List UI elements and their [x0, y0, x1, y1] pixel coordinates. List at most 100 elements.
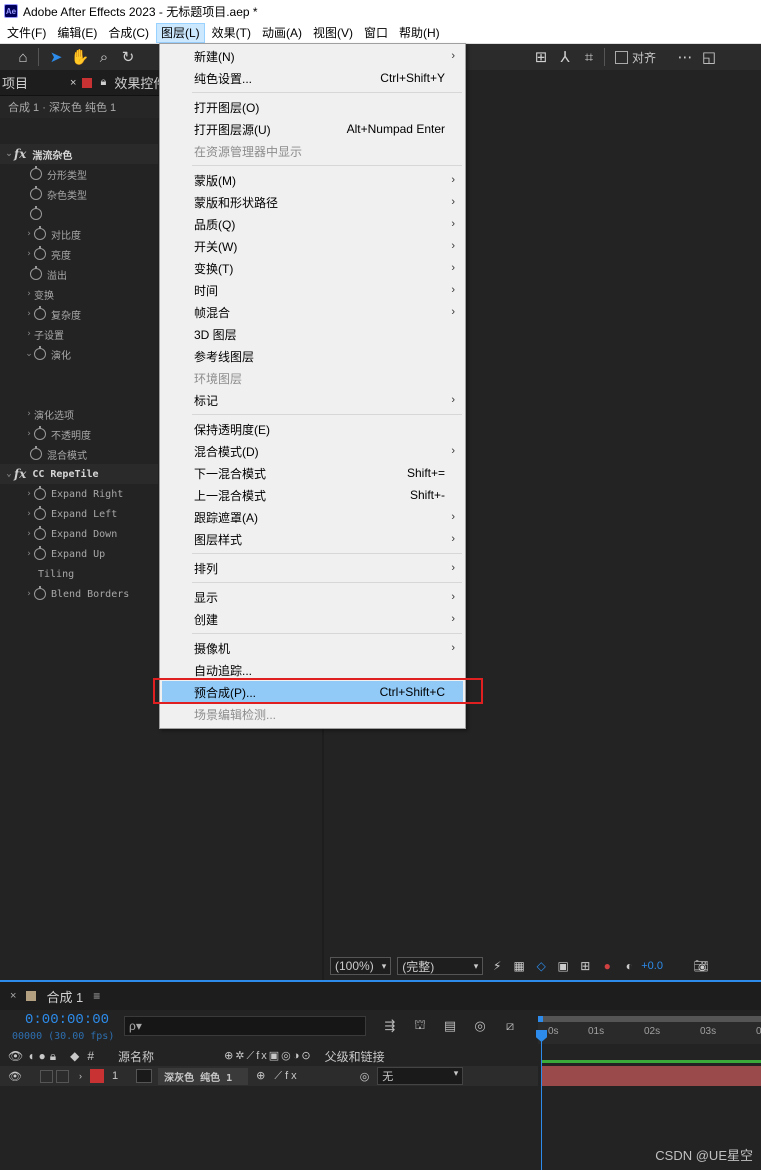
layer-row[interactable]: 👁︎ › 1 深灰色 纯色 1 ⊕ ⟋fx ◎ 无 ▾	[0, 1066, 538, 1086]
effect-property-row[interactable]: Tiling	[0, 564, 158, 584]
stopwatch-icon[interactable]	[34, 486, 46, 500]
effect-property-row[interactable]: ⌄ 演化	[0, 344, 158, 364]
effect-property-row[interactable]: › Expand Right	[0, 484, 158, 504]
solo-icon[interactable]: ●	[38, 1049, 45, 1063]
current-time-display[interactable]: 0:00:00:00	[25, 1012, 109, 1028]
work-area-start[interactable]	[538, 1016, 543, 1022]
stopwatch-icon[interactable]	[30, 206, 42, 220]
menu-item[interactable]: 图层样式 ›	[162, 528, 463, 550]
time-ruler[interactable]: 0s 01s 02s 03s 0	[538, 1016, 761, 1044]
menu-item[interactable]: 品质(Q) ›	[162, 213, 463, 235]
effect-property-row[interactable]: › Expand Up	[0, 544, 158, 564]
guides-icon[interactable]: ⊞	[577, 958, 593, 974]
effect-property-row[interactable]: › 演化选项	[0, 404, 158, 424]
effect-property-row[interactable]: › Expand Down	[0, 524, 158, 544]
menu-item[interactable]: 纯色设置... Ctrl+Shift+Y	[162, 67, 463, 89]
menu-item[interactable]: 显示 ›	[162, 586, 463, 608]
audio-toggle[interactable]	[39, 1069, 53, 1083]
menu-item[interactable]: 帧混合 ›	[162, 301, 463, 323]
menu-animation[interactable]: 动画(A)	[258, 23, 306, 43]
menu-item[interactable]: 跟踪遮罩(A) ›	[162, 506, 463, 528]
chevron-down-icon[interactable]: ⌄	[4, 469, 14, 479]
lock-icon[interactable]: 🔒︎	[100, 76, 106, 89]
fast-preview-icon[interactable]: ⚡	[489, 958, 505, 974]
fx-icon[interactable]: fx	[14, 467, 26, 481]
snap-corner-icon[interactable]: ◱	[698, 46, 720, 68]
zoom-tool-icon[interactable]: ⌕	[93, 46, 115, 68]
column-parent-link[interactable]: 父级和链接	[325, 1048, 385, 1065]
visibility-eye-icon[interactable]: 👁︎	[8, 1070, 22, 1083]
panel-menu-icon[interactable]: ≡	[93, 989, 100, 1003]
stopwatch-icon[interactable]	[34, 246, 46, 260]
shy-layers-icon[interactable]: ▤	[440, 1016, 460, 1036]
effect-property-row[interactable]: › 对比度	[0, 224, 158, 244]
chevron-down-icon[interactable]: ⌄	[4, 149, 14, 159]
fx-icon[interactable]: fx	[14, 147, 26, 161]
menu-item[interactable]: 3D 图层	[162, 323, 463, 345]
reset-exposure-icon[interactable]: ◐	[621, 958, 637, 974]
close-icon[interactable]: ×	[10, 990, 16, 1002]
layer-label-color[interactable]	[89, 1069, 104, 1083]
menu-item[interactable]: 混合模式(D) ›	[162, 440, 463, 462]
tab-project[interactable]: 项目	[2, 73, 28, 92]
effect-property-row[interactable]: 分形类型	[0, 164, 158, 184]
stopwatch-icon[interactable]	[34, 226, 46, 240]
channel-icon[interactable]: ●	[599, 958, 615, 974]
menu-item[interactable]: 开关(W) ›	[162, 235, 463, 257]
chevron-right-icon[interactable]: ›	[24, 549, 34, 559]
chevron-right-icon[interactable]: ›	[24, 329, 34, 339]
column-source-name[interactable]: 源名称	[118, 1048, 154, 1065]
snap-target-icon[interactable]: ⋯	[674, 46, 696, 68]
menu-item[interactable]: 时间 ›	[162, 279, 463, 301]
menu-file[interactable]: 文件(F)	[3, 23, 50, 43]
stopwatch-icon[interactable]	[30, 166, 42, 180]
effect-header[interactable]: ⌄ fx 湍流杂色	[0, 144, 158, 164]
home-icon[interactable]: ⌂	[12, 46, 34, 68]
menu-edit[interactable]: 编辑(E)	[53, 23, 101, 43]
region-of-interest-icon[interactable]: ▣	[555, 958, 571, 974]
expand-chevron-icon[interactable]: ›	[79, 1071, 82, 1081]
stopwatch-icon[interactable]	[30, 446, 42, 460]
playhead-line[interactable]	[541, 1030, 542, 1170]
menu-item[interactable]: 摄像机 ›	[162, 637, 463, 659]
chevron-right-icon[interactable]: ›	[24, 409, 34, 419]
snapshot-icon[interactable]: 📷︎	[693, 958, 709, 974]
selection-tool-icon[interactable]: ➤	[45, 46, 67, 68]
effect-property-row[interactable]: › 变换	[0, 284, 158, 304]
menu-layer[interactable]: 图层(L)	[156, 22, 205, 43]
effect-property-row[interactable]: 溢出	[0, 264, 158, 284]
exposure-value[interactable]: +0.0	[641, 960, 663, 972]
stopwatch-icon[interactable]	[34, 526, 46, 540]
tab-composition[interactable]: 合成 1	[46, 987, 83, 1006]
layer-search-input[interactable]: ρ▾	[124, 1016, 366, 1036]
hand-tool-icon[interactable]: ✋	[69, 46, 91, 68]
stopwatch-icon[interactable]	[30, 186, 42, 200]
effect-property-row[interactable]: › 亮度	[0, 244, 158, 264]
menu-window[interactable]: 窗口	[360, 23, 392, 43]
chevron-right-icon[interactable]: ›	[24, 289, 34, 299]
chevron-right-icon[interactable]: ›	[24, 529, 34, 539]
menu-effect[interactable]: 效果(T)	[208, 23, 255, 43]
chevron-right-icon[interactable]: ›	[24, 229, 34, 239]
parent-dropdown[interactable]: 无 ▾	[377, 1067, 464, 1085]
audio-icon[interactable]: ◖	[27, 1049, 34, 1063]
layer-duration-bar[interactable]	[541, 1066, 761, 1086]
draft-3d-icon[interactable]: ⛫	[410, 1016, 430, 1036]
menu-item[interactable]: 打开图层源(U) Alt+Numpad Enter	[162, 118, 463, 140]
menu-help[interactable]: 帮助(H)	[395, 23, 444, 43]
pickwhip-icon[interactable]: ◎	[360, 1070, 370, 1083]
stopwatch-icon[interactable]	[34, 346, 46, 360]
close-icon[interactable]: ×	[70, 77, 76, 89]
label-icon[interactable]: ◆	[70, 1049, 79, 1063]
menu-item[interactable]: 打开图层(O)	[162, 96, 463, 118]
rotate-tool-icon[interactable]: ↻	[117, 46, 139, 68]
eye-icon[interactable]: 👁︎	[8, 1049, 23, 1063]
effect-header[interactable]: ⌄ fx CC RepeTile	[0, 464, 158, 484]
chevron-right-icon[interactable]: ›	[24, 309, 34, 319]
comp-flowchart-icon[interactable]: ⇶	[380, 1016, 400, 1036]
menu-item[interactable]: 标记 ›	[162, 389, 463, 411]
zoom-dropdown[interactable]: (100%) ▾	[330, 957, 392, 975]
menu-item[interactable]: 蒙版(M) ›	[162, 169, 463, 191]
effect-property-row[interactable]: › 不透明度	[0, 424, 158, 444]
axis-icon[interactable]: ⅄	[554, 46, 576, 68]
